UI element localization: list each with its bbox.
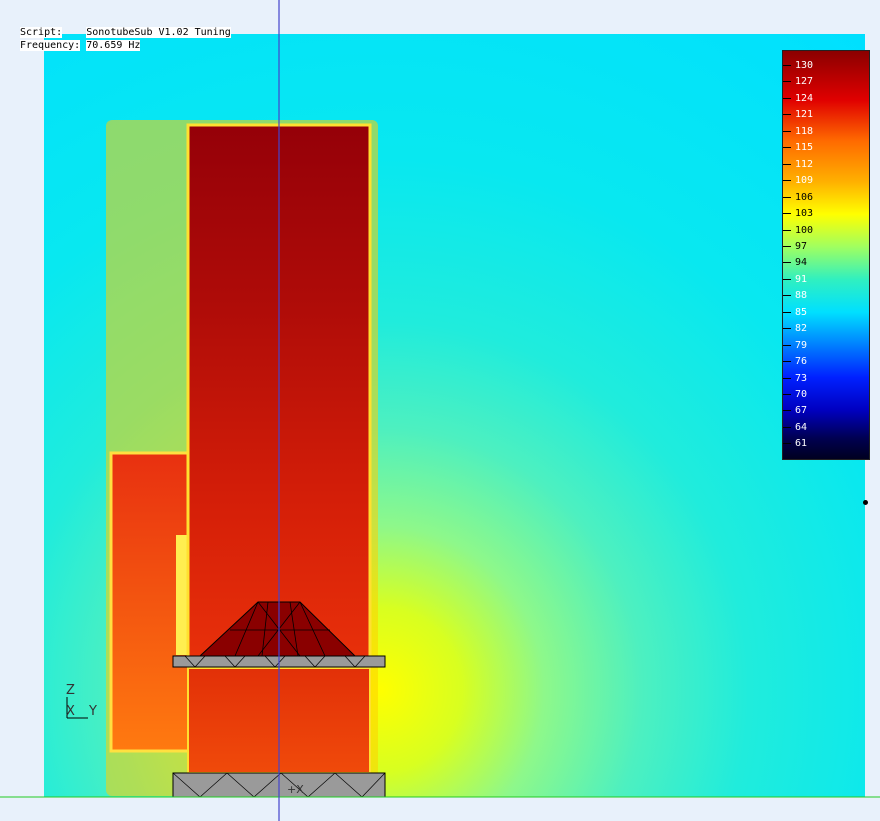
legend-tick	[783, 278, 791, 280]
legend-tick-label: 130	[795, 60, 814, 71]
legend-tick-label: 103	[795, 208, 814, 220]
legend-tick	[783, 130, 791, 132]
frequency-value: 70.659 Hz	[86, 40, 141, 51]
legend-tick	[783, 262, 791, 264]
legend-tick	[783, 245, 791, 247]
legend-tick	[783, 328, 791, 330]
legend-tick-label: 115	[795, 142, 814, 154]
axis-x-label: X	[66, 704, 75, 719]
legend-tick	[783, 443, 791, 445]
legend-tick-label: 64	[795, 421, 808, 433]
legend-tick-label: 106	[795, 191, 814, 203]
legend-tick	[783, 65, 791, 66]
legend-tick-label: 88	[795, 290, 808, 302]
legend-tick	[783, 410, 791, 412]
script-label: Script:	[20, 27, 63, 38]
legend-tick-label: 100	[795, 224, 814, 236]
legend-tick-label: 67	[795, 405, 808, 417]
legend-tick-label: 70	[795, 389, 808, 400]
color-scale-legend: 130 127 124 121 118 115 112 109 106 103 100 97 94 91 8…	[782, 50, 870, 460]
scroll-marker-dot	[863, 500, 868, 505]
legend-tick	[783, 426, 791, 428]
script-name: SonotubeSub V1.02 Tuning	[86, 27, 231, 38]
axis-y-label: Y	[89, 704, 97, 719]
legend-tick-label: 73	[795, 372, 808, 384]
origin-marker: +X	[287, 783, 304, 796]
legend-tick	[783, 196, 791, 198]
legend-tick-label: 76	[795, 356, 808, 368]
legend-tick-label: 109	[795, 175, 814, 187]
legend-tick	[783, 394, 791, 395]
axis-z-label: Z	[66, 683, 75, 698]
legend-tick	[783, 229, 791, 231]
legend-tick-label: 112	[795, 158, 814, 170]
legend-tick-label: 121	[795, 109, 814, 121]
legend-tick	[783, 97, 791, 99]
frequency-label: Frequency:	[20, 40, 81, 51]
legend-tick-label: 97	[795, 240, 808, 252]
legend-tick	[783, 147, 791, 149]
legend-tick	[783, 163, 791, 165]
legend-tick	[783, 295, 791, 297]
legend-tick	[783, 361, 791, 363]
legend-tick-label: 94	[795, 257, 808, 269]
legend-tick-label: 85	[795, 306, 808, 318]
legend-tick	[783, 180, 791, 182]
legend-tick	[783, 213, 791, 215]
legend-tick-label: 82	[795, 323, 808, 335]
legend-tick	[783, 114, 791, 116]
legend-tick-label: 91	[795, 273, 808, 285]
legend-tick	[783, 311, 791, 313]
info-overlay: Script: SonotubeSub V1.02 Tuning Frequen…	[20, 26, 231, 52]
legend-tick-label: 118	[795, 125, 814, 137]
legend-tick	[783, 377, 791, 379]
legend-tick-label: 79	[795, 339, 808, 351]
field-plot-viewport[interactable]	[0, 0, 880, 821]
legend-tick	[783, 81, 791, 83]
legend-tick-label: 124	[795, 92, 814, 104]
legend-tick-label: 61	[795, 438, 808, 450]
side-port-gap	[176, 535, 188, 655]
legend-tick-label: 127	[795, 76, 814, 88]
legend-tick	[783, 344, 791, 346]
